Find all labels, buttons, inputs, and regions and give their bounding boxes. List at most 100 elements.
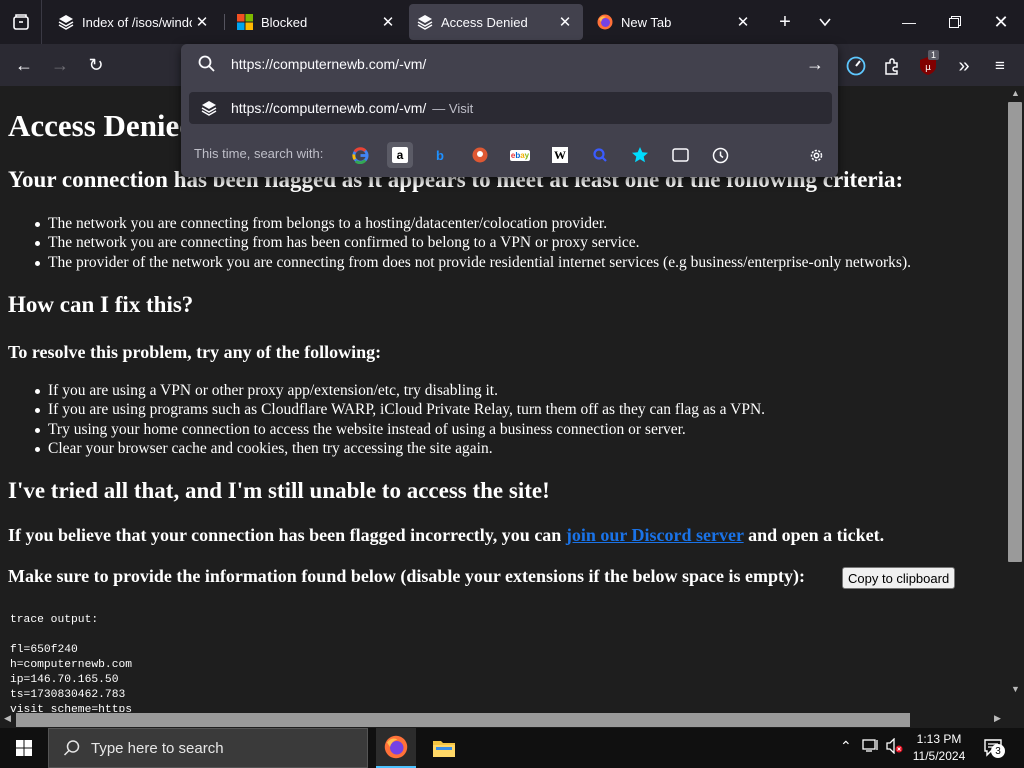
microsoft-logo-icon	[237, 14, 253, 30]
url-bar[interactable]: →	[181, 44, 838, 84]
extensions-button[interactable]	[878, 52, 906, 80]
tab-icon	[671, 148, 689, 162]
puzzle-piece-icon	[885, 58, 898, 75]
firefox-icon	[597, 14, 613, 30]
tab-new-tab[interactable]: New Tab ✕	[589, 4, 761, 40]
more-tools-button[interactable]: »	[950, 52, 978, 80]
engine-amazon-button[interactable]: a	[387, 142, 413, 168]
tab-title: Index of /isos/windows/	[82, 14, 192, 30]
list-item: If you are using programs such as Cloudf…	[34, 401, 765, 420]
app-menu-button[interactable]: ≡	[986, 52, 1014, 80]
discord-text-after: and open a ticket.	[743, 525, 885, 545]
close-tab-icon[interactable]: ✕	[733, 12, 753, 32]
list-all-tabs-button[interactable]	[0, 0, 42, 44]
minimize-icon: —	[902, 14, 916, 30]
vertical-scroll-thumb[interactable]	[1008, 102, 1022, 562]
resolve-label: To resolve this problem, try any of the …	[8, 342, 382, 362]
list-item: If you are using a VPN or other proxy ap…	[34, 382, 765, 401]
ebay-icon: ebay	[509, 149, 531, 161]
network-icon[interactable]	[862, 738, 880, 757]
fixes-list: If you are using a VPN or other proxy ap…	[34, 382, 765, 460]
engine-bing-button[interactable]: b	[427, 142, 453, 168]
engine-wikipedia-button[interactable]: W	[547, 142, 573, 168]
search-settings-button[interactable]	[803, 142, 829, 168]
horizontal-scrollbar[interactable]: ◀ ▶	[0, 712, 1024, 728]
engine-ebay-button[interactable]: ebay	[507, 142, 533, 168]
taskbar-file-explorer[interactable]	[424, 728, 464, 768]
folder-icon	[433, 741, 455, 757]
reload-button[interactable]: ↻	[79, 48, 113, 82]
close-tab-icon[interactable]: ✕	[378, 12, 398, 32]
clock-icon	[712, 147, 728, 163]
hamburger-menu-icon: ≡	[995, 56, 1005, 75]
windows-logo-icon	[16, 740, 32, 756]
tab-title: Blocked	[261, 14, 308, 30]
search-tabs-button[interactable]	[667, 142, 693, 168]
url-suggestion-row[interactable]: https://computernewb.com/-vm/ — Visit	[189, 92, 832, 124]
go-button[interactable]: →	[803, 52, 827, 76]
engine-search-button[interactable]	[587, 142, 613, 168]
tab-index-isos[interactable]: Index of /isos/windows/ ✕	[50, 4, 220, 40]
blue-search-icon	[593, 148, 607, 162]
double-chevron-right-icon: »	[958, 54, 970, 77]
suggestion-url: https://computernewb.com/-vm/	[231, 100, 427, 116]
copy-to-clipboard-button[interactable]: Copy to clipboard	[842, 567, 956, 589]
taskbar-search-placeholder: Type here to search	[91, 739, 224, 757]
forward-button[interactable]: →	[43, 48, 77, 82]
url-input[interactable]	[231, 54, 791, 74]
scroll-right-arrow-icon[interactable]: ▶	[994, 713, 1001, 724]
start-button[interactable]	[0, 728, 48, 768]
provide-info-label: Make sure to provide the information fou…	[8, 566, 806, 586]
close-window-button[interactable]: ✕	[978, 0, 1024, 44]
tab-strip: Index of /isos/windows/ ✕ Blocked ✕ Acce…	[0, 0, 1024, 44]
scroll-down-arrow-icon[interactable]: ▼	[1011, 684, 1020, 694]
extension-badge: 1	[928, 50, 940, 60]
tab-access-denied[interactable]: Access Denied ✕	[409, 4, 583, 40]
show-hidden-icons-button[interactable]: ⌃	[840, 738, 852, 755]
duckduckgo-icon	[472, 147, 488, 163]
discord-link[interactable]: join our Discord server	[566, 525, 744, 545]
stack-icon	[417, 14, 433, 30]
extension-button[interactable]	[842, 52, 870, 80]
search-engine-bar: This time, search with: a b ebay W	[181, 136, 838, 172]
trace-output: trace output: fl=650f240 h=computernewb.…	[10, 614, 133, 712]
notification-count: 3	[991, 744, 1005, 758]
tab-blocked[interactable]: Blocked ✕	[229, 4, 406, 40]
list-item: The network you are connecting from has …	[35, 234, 911, 253]
minimize-button[interactable]: —	[886, 0, 932, 44]
engine-duckduckgo-button[interactable]	[467, 142, 493, 168]
clock-time: 1:13 PM	[916, 732, 962, 746]
engine-google-button[interactable]	[347, 142, 373, 168]
system-clock[interactable]: 1:13 PM 11/5/2024	[900, 731, 978, 765]
scroll-left-arrow-icon[interactable]: ◀	[4, 713, 11, 724]
list-item: Clear your browser cache and cookies, th…	[34, 440, 765, 459]
search-bookmarks-button[interactable]	[627, 142, 653, 168]
tried-heading: I've tried all that, and I'm still unabl…	[8, 478, 550, 503]
stack-icon	[201, 101, 217, 116]
list-item: The provider of the network you are conn…	[35, 254, 911, 273]
new-tab-button[interactable]: +	[767, 4, 803, 40]
ublock-extension-button[interactable]: μ 1	[914, 50, 942, 80]
scroll-up-arrow-icon[interactable]: ▲	[1011, 88, 1020, 98]
search-history-button[interactable]	[707, 142, 733, 168]
taskbar-search-box[interactable]: Type here to search	[48, 728, 368, 768]
firefox-icon	[384, 735, 408, 759]
close-tab-icon[interactable]: ✕	[555, 12, 575, 32]
restore-button[interactable]	[932, 0, 978, 44]
page-content: Access Denied Your connection has been f…	[0, 86, 1006, 712]
notification-center-button[interactable]: 3	[984, 738, 1006, 761]
taskbar-firefox[interactable]	[376, 728, 416, 768]
close-tab-icon[interactable]: ✕	[192, 12, 212, 32]
list-item: Try using your home connection to access…	[34, 421, 765, 440]
horizontal-scroll-thumb[interactable]	[16, 713, 910, 727]
close-icon: ✕	[993, 11, 1009, 32]
vertical-scrollbar[interactable]: ▲ ▼	[1006, 86, 1024, 712]
suggestion-action: — Visit	[432, 100, 474, 116]
wikipedia-icon: W	[552, 147, 568, 163]
tab-overflow-button[interactable]	[807, 4, 843, 40]
reload-icon: ↻	[88, 54, 104, 75]
back-button[interactable]: ←	[7, 48, 41, 82]
plus-icon: +	[779, 10, 791, 33]
chevron-up-icon: ⌃	[840, 738, 852, 754]
arrow-left-icon: ←	[15, 54, 33, 75]
